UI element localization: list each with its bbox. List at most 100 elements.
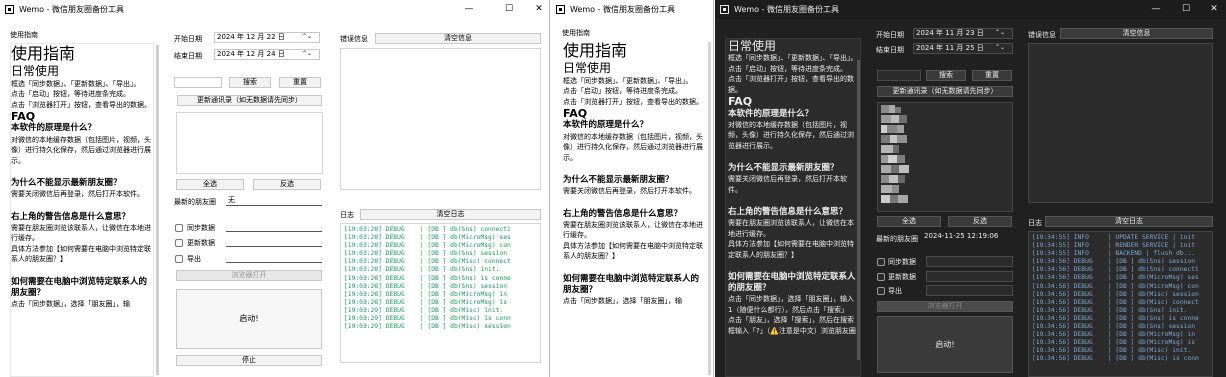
search-input[interactable] bbox=[174, 77, 222, 88]
guide-daily-heading: 日常使用 bbox=[563, 61, 612, 76]
start-date-spinner[interactable]: ⌃⌄ bbox=[995, 29, 1005, 36]
log-line: [19:34:56] DEBUG | [DB ] db(MicroMsg) in bbox=[1032, 331, 1196, 339]
app-icon bbox=[720, 5, 729, 14]
guide-q2: 为什么不能显示最新朋友圈？ bbox=[728, 163, 839, 174]
export-progress bbox=[226, 252, 322, 263]
update-contacts-button[interactable]: 更新通讯录（如无数据请先同步） bbox=[177, 95, 322, 106]
log-line: [19:34:56] DEBUG | [DB ] db(Sns) connect… bbox=[1032, 266, 1199, 274]
update-contacts-button[interactable]: 更新通讯录（如无数据请先同步） bbox=[877, 86, 1013, 97]
log-line: [19:03:28] DEBUG | [DB ] db(MicroMsg) is bbox=[344, 298, 508, 306]
guide-step-3: 点击「浏览器打开」按钮，查看导出的数据。 bbox=[728, 75, 854, 94]
log-line: [19:34:55] INFO | UPDATE SERVICE | init bbox=[1032, 234, 1196, 241]
reset-button[interactable]: 重置 bbox=[972, 70, 1012, 81]
guide-q3: 右上角的警告信息是什么意思？ bbox=[728, 207, 848, 218]
close-button[interactable]: ✕ bbox=[524, 0, 549, 19]
guide-a3b: 具体方法参加【如何需要在电脑中浏览特定联系人的朋友圈？】 bbox=[728, 240, 854, 259]
log-line: [19:34:56] DEBUG | [DB ] db(Sns) session bbox=[1032, 323, 1196, 331]
search-button[interactable]: 搜索 bbox=[926, 70, 966, 81]
guide-a3b: 具体方法参加【如何需要在电脑中浏览特定联系人的朋友圈？】 bbox=[11, 244, 151, 264]
guide-step-2: 点击「启动」按钮，等待进度条完成。 bbox=[11, 90, 130, 99]
select-all-button[interactable]: 全选 bbox=[176, 179, 244, 190]
start-button[interactable]: 启动! bbox=[176, 289, 322, 349]
search-input[interactable] bbox=[877, 70, 921, 81]
update-data-checkbox[interactable] bbox=[877, 273, 885, 281]
sync-data-checkbox[interactable] bbox=[175, 224, 183, 232]
minimize-button[interactable]: — bbox=[1141, 0, 1171, 19]
export-label: 导出 bbox=[187, 255, 201, 263]
log-line: [19:03:28] DEBUG | [DB ] db(Sns) is conn… bbox=[344, 274, 511, 282]
title-bar[interactable]: Wemo - 微信朋友圈备份工具 bbox=[551, 0, 713, 19]
guide-q4: 如何需要在电脑中浏览特定联系人的朋友圈？ bbox=[563, 273, 700, 295]
window-title: Wemo - 微信朋友圈备份工具 bbox=[734, 5, 840, 14]
end-date-label: 结束日期 bbox=[876, 46, 904, 54]
guide-scrollbar[interactable] bbox=[156, 45, 159, 375]
end-date-spinner[interactable]: ⌃⌄ bbox=[995, 44, 1005, 51]
guide-daily-heading: 日常使用 bbox=[728, 39, 777, 53]
minimize-button[interactable]: — bbox=[454, 0, 484, 19]
guide-title: 使用指南 bbox=[11, 44, 76, 63]
error-info-box bbox=[1028, 43, 1213, 203]
log-line: [19:03:28] DEBUG | [DB ] db(MicroMsg) co… bbox=[344, 242, 511, 250]
clear-error-button[interactable]: 清空信息 bbox=[1060, 28, 1213, 39]
guide-scrollbar[interactable] bbox=[857, 60, 860, 360]
error-info-label: 错误信息 bbox=[1028, 31, 1056, 39]
select-all-button[interactable]: 全选 bbox=[877, 216, 941, 227]
clear-error-button[interactable]: 清空信息 bbox=[375, 33, 541, 44]
sync-data-label: 同步数据 bbox=[187, 224, 215, 232]
app-icon bbox=[556, 5, 565, 14]
update-data-checkbox[interactable] bbox=[175, 239, 183, 247]
log-line: [19:03:28] DEBUG | [DB ] db(Sns) session bbox=[344, 250, 508, 258]
guide-q1: 本软件的原理是什么？ bbox=[728, 108, 814, 119]
latest-moment-label: 最新的朋友圈 bbox=[174, 198, 216, 206]
close-button[interactable]: ✕ bbox=[1199, 0, 1226, 19]
title-bar[interactable]: Wemo - 微信朋友圈备份工具 — ☐ ✕ bbox=[715, 0, 1226, 19]
window-title: Wemo - 微信朋友圈备份工具 bbox=[570, 5, 676, 14]
log-line: [19:03:28] DEBUG | [DB ] db(MicroMsg) se… bbox=[344, 234, 511, 242]
update-data-label: 更新数据 bbox=[888, 273, 916, 281]
guide-section-label: 使用指南 bbox=[10, 31, 38, 39]
guide-a2: 需要关闭微信后再登录，然后打开本软件。 bbox=[11, 190, 144, 199]
contacts-list[interactable] bbox=[877, 102, 1013, 212]
latest-moment-label: 最新的朋友圈 bbox=[876, 235, 918, 243]
log-line: [19:34:56] DEBUG | [DB ] db(MicroMsg) se… bbox=[1032, 274, 1199, 282]
start-date-label: 开始日期 bbox=[876, 31, 904, 39]
log-label: 日志 bbox=[340, 211, 354, 219]
update-progress bbox=[926, 271, 1013, 282]
export-checkbox[interactable] bbox=[175, 255, 183, 263]
maximize-button[interactable]: ☐ bbox=[1171, 0, 1201, 19]
log-line: [19:03:28] DEBUG | [DB ] db(Misc) connec… bbox=[344, 258, 511, 266]
latest-moment-value: 2024-11-25 12:19:06 bbox=[922, 232, 1013, 243]
invert-selection-button[interactable]: 反选 bbox=[253, 179, 321, 190]
log-line: [19:03:28] DEBUG | [DB ] db(MicroMsg) in bbox=[344, 290, 508, 298]
guide-a3: 需要在朋友圈浏览该联系人，让微信在本地进行缓存。 bbox=[563, 220, 703, 240]
guide-a3b: 具体方法参加【如何需要在电脑中浏览特定联系人的朋友圈？】 bbox=[563, 241, 703, 261]
browser-open-button[interactable]: 浏览器打开 bbox=[877, 301, 1013, 312]
clear-log-button[interactable]: 清空日志 bbox=[360, 209, 541, 220]
guide-scrollbar[interactable] bbox=[708, 42, 711, 375]
end-date-spinner[interactable]: ⌃⌄ bbox=[302, 50, 312, 57]
window-main-light: Wemo - 微信朋友圈备份工具 — ☐ ✕ 使用指南 使用指南 日常使用 框选… bbox=[0, 0, 550, 377]
title-bar[interactable]: Wemo - 微信朋友圈备份工具 — ☐ ✕ bbox=[0, 0, 549, 19]
guide-a4b: 点击「朋友」，选择「搜索」，然后在搜索框输入「?」（⚠️注意是中文）浏览朋友圈 bbox=[728, 316, 856, 335]
search-button[interactable]: 搜索 bbox=[229, 77, 271, 88]
guide-q1: 本软件的原理是什么？ bbox=[563, 120, 649, 131]
reset-button[interactable]: 重置 bbox=[279, 77, 321, 88]
guide-step-1: 框选「同步数据」、「更新数据」、「导出」。 bbox=[728, 54, 858, 63]
start-date-spinner[interactable]: ⌃⌄ bbox=[302, 33, 312, 40]
start-button[interactable]: 启动! bbox=[877, 316, 1013, 373]
log-line: [19:03:28] DEBUG | [DB ] db(Sns) init. bbox=[344, 266, 500, 274]
clear-log-button[interactable]: 清空日志 bbox=[1045, 216, 1213, 227]
maximize-button[interactable]: ☐ bbox=[494, 0, 524, 19]
log-line: [19:34:56] DEBUG | [DB ] db(MicroMsg) co… bbox=[1032, 282, 1199, 290]
log-line: [19:34:56] DEBUG | [DB ] db(Misc) is con… bbox=[1032, 355, 1199, 363]
window-narrow-light: Wemo - 微信朋友圈备份工具 使用指南 使用指南 日常使用 框选「同步数据」… bbox=[551, 0, 714, 377]
guide-section-label: 使用指南 bbox=[562, 29, 590, 37]
sync-data-checkbox[interactable] bbox=[877, 258, 885, 266]
stop-button[interactable]: 停止 bbox=[176, 355, 322, 366]
update-data-label: 更新数据 bbox=[187, 239, 215, 247]
export-checkbox[interactable] bbox=[877, 287, 885, 295]
log-line: [19:34:56] DEBUG | [DB ] db(MicroMsg) is bbox=[1032, 339, 1196, 347]
contacts-list[interactable] bbox=[176, 112, 323, 174]
browser-open-button[interactable]: 浏览器打开 bbox=[176, 270, 322, 281]
invert-selection-button[interactable]: 反选 bbox=[948, 216, 1012, 227]
